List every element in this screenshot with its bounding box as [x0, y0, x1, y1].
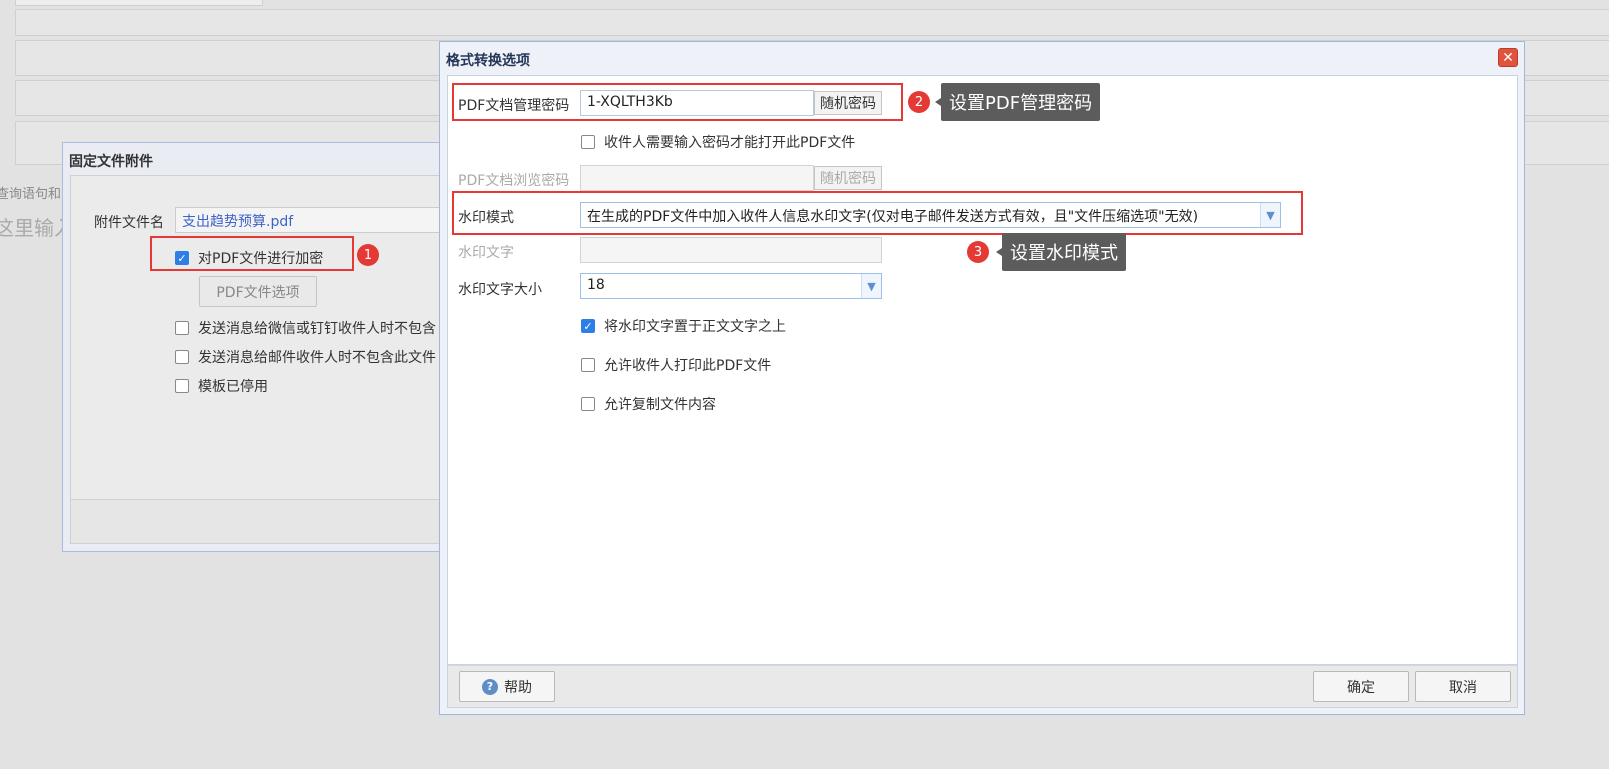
view-password-input[interactable]	[580, 165, 814, 191]
annotation-tip-2: 设置PDF管理密码	[934, 83, 1101, 121]
view-random-password-button[interactable]: 随机密码	[814, 166, 882, 190]
dialog-content: PDF文档管理密码 1-XQLTH3Kb 随机密码 收件人需要输入密码才能打开此…	[447, 75, 1518, 665]
template-disabled-checkbox[interactable]	[175, 379, 189, 393]
option-row[interactable]: 发送消息给邮件收件人时不包含此文件	[175, 347, 436, 367]
allow-print-row[interactable]: 允许收件人打印此PDF文件	[581, 355, 771, 375]
mail-exclude-checkbox[interactable]	[175, 350, 189, 364]
annotation-badge-2: 2	[908, 91, 930, 113]
chevron-down-icon[interactable]: ▼	[861, 274, 881, 298]
allow-copy-row[interactable]: 允许复制文件内容	[581, 394, 716, 414]
require-password-label: 收件人需要输入密码才能打开此PDF文件	[604, 135, 856, 151]
help-button[interactable]: ? 帮助	[459, 671, 555, 702]
allow-print-checkbox[interactable]	[581, 358, 595, 372]
ok-button[interactable]: 确定	[1313, 671, 1409, 702]
annotation-box-1	[150, 236, 354, 271]
view-password-label: PDF文档浏览密码	[458, 173, 570, 189]
allow-copy-checkbox[interactable]	[581, 397, 595, 411]
above-text-checkbox[interactable]: ✓	[581, 319, 595, 333]
format-conversion-dialog: 格式转换选项 ✕ PDF文档管理密码 1-XQLTH3Kb 随机密码 收件人需要…	[439, 41, 1525, 715]
wechat-exclude-label: 发送消息给微信或钉钉收件人时不包含	[198, 321, 436, 337]
bg-label: 查询语句和	[0, 187, 62, 202]
wechat-exclude-checkbox[interactable]	[175, 321, 189, 335]
allow-print-label: 允许收件人打印此PDF文件	[604, 358, 772, 374]
annotation-box-2	[452, 83, 903, 121]
dialog-title: 固定文件附件	[69, 154, 153, 170]
annotation-badge-1: 1	[357, 244, 379, 266]
annotation-badge-3: 3	[967, 241, 989, 263]
watermark-size-select[interactable]: 18 ▼	[580, 273, 882, 299]
option-row[interactable]: 发送消息给微信或钉钉收件人时不包含	[175, 318, 436, 338]
help-button-label: 帮助	[504, 679, 532, 696]
allow-copy-label: 允许复制文件内容	[604, 397, 716, 413]
watermark-size-label: 水印文字大小	[458, 282, 542, 298]
bg-field	[15, 9, 1609, 36]
watermark-size-value: 18	[587, 277, 605, 293]
watermark-text-input[interactable]	[580, 237, 882, 263]
annotation-tip-3: 设置水印模式	[996, 233, 1126, 271]
mail-exclude-label: 发送消息给邮件收件人时不包含此文件	[198, 350, 436, 366]
option-row[interactable]: 模板已停用	[175, 376, 268, 396]
watermark-text-label: 水印文字	[458, 245, 514, 261]
help-icon: ?	[482, 678, 498, 695]
require-password-checkbox[interactable]	[581, 135, 595, 149]
pdf-options-button[interactable]: PDF文件选项	[199, 276, 317, 307]
above-text-row[interactable]: ✓ 将水印文字置于正文文字之上	[581, 316, 786, 336]
above-text-label: 将水印文字置于正文文字之上	[604, 319, 786, 335]
attach-name-label: 附件文件名	[94, 215, 164, 231]
close-icon[interactable]: ✕	[1498, 48, 1518, 67]
require-password-row[interactable]: 收件人需要输入密码才能打开此PDF文件	[581, 132, 855, 152]
template-disabled-label: 模板已停用	[198, 379, 268, 395]
dialog-title: 格式转换选项	[446, 53, 530, 69]
bg-field	[15, 0, 263, 6]
cancel-button[interactable]: 取消	[1415, 671, 1511, 702]
dialog-footer: ? 帮助 确定 取消	[447, 665, 1518, 708]
attach-name-field[interactable]: 支出趋势预算.pdf	[175, 207, 475, 233]
annotation-box-3	[452, 191, 1303, 235]
